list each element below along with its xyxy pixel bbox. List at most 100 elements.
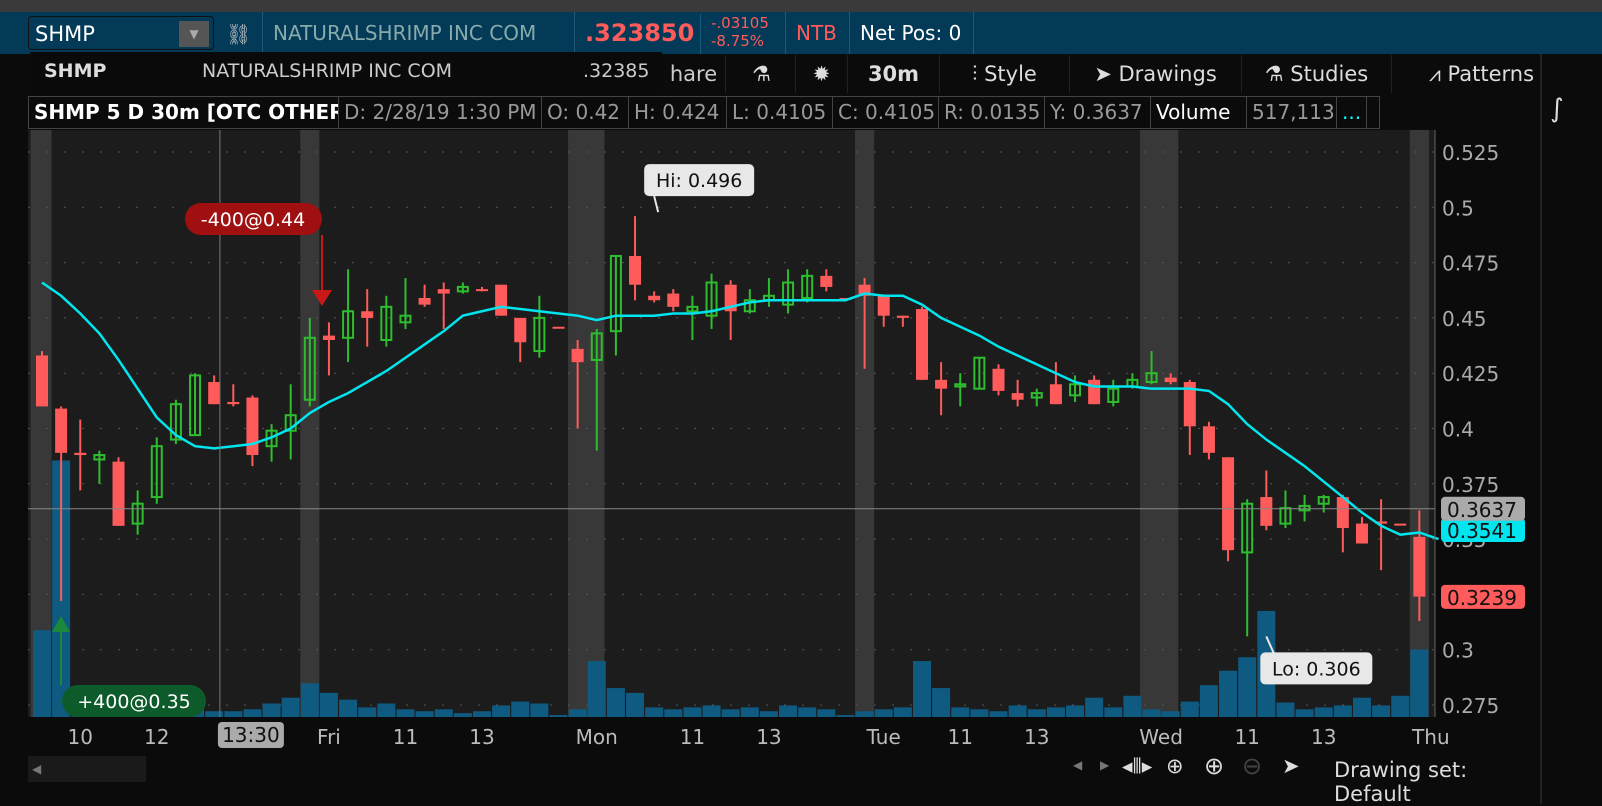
volume-bar [300,683,319,717]
volume-bar [568,709,587,717]
right-panel: ∫ [1540,54,1602,804]
volume-bar [492,705,511,717]
candle [552,326,565,329]
volume-bar [874,709,893,717]
y-tick-label: 0.475 [1442,252,1499,276]
candle [992,364,1005,396]
y-tick-label: 0.375 [1442,473,1499,497]
volume-bar [1352,697,1371,717]
x-tick-label: Tue [866,725,901,749]
volume-bar [33,630,51,717]
volume-bar [1372,705,1391,717]
x-tick-label: Fri [317,725,341,749]
candle-body [992,368,1005,391]
crosshair-price-label: 0.3637 [1447,498,1517,522]
x-tick-label: 13 [1311,725,1336,749]
candle-body [571,348,584,363]
candle-body [246,397,259,456]
volume-bar [932,688,951,717]
crosshair-icon[interactable]: ⊕ [1166,754,1184,778]
volume-bar [836,715,855,717]
volume-bar [1276,702,1295,717]
candle-body [629,255,642,285]
y-tick-label: 0.5 [1442,196,1474,220]
candle-body [1202,426,1215,453]
scroll-left-icon[interactable]: ◀ [1073,758,1082,772]
candle [112,457,125,526]
volume-bar [1123,695,1142,717]
volume-bar [989,711,1008,717]
volume-bar [396,709,415,717]
volume-bar [683,707,702,717]
volume-bar [224,711,243,717]
drawing-set[interactable]: Drawing set: Default [1334,758,1540,806]
volume-bar [759,711,778,717]
volume-bar [606,688,625,717]
volume-bar [702,705,721,717]
y-tick-label: 0.275 [1442,694,1499,718]
cursor-icon[interactable]: ➤ [1282,754,1300,778]
volume-bar [1391,695,1410,717]
volume-bar [626,692,645,717]
volume-bar [779,705,798,717]
candle-body [208,382,221,405]
extended-hours-shade [855,130,875,717]
x-tick-label: 11 [948,725,973,749]
study-curve-icon[interactable]: ∫ [1550,94,1602,124]
candle-body [112,461,125,526]
volume-bar [1066,705,1085,717]
candle-body [36,355,48,407]
volume-bar [721,709,740,717]
zoom-out-icon[interactable]: ⊖ [1242,752,1262,780]
volume-bar [740,707,759,717]
candle-body [877,295,890,316]
candle-body [1164,377,1177,383]
candle-body [1088,379,1101,405]
volume-bar [1238,657,1257,717]
volume-bar [262,703,281,717]
volume-bar [951,707,970,717]
volume-bar [664,709,683,717]
volume-bar [530,703,549,717]
candle-body [1355,523,1368,544]
candle-body [915,309,928,380]
volume-bar [415,711,434,717]
x-tick-label: Thu [1411,725,1450,749]
scrollbar[interactable]: ◀ [28,756,146,782]
candle [1394,523,1407,526]
volume-bar [587,661,606,717]
candle-body [227,401,240,405]
volume-bar [893,707,912,717]
candle-body [820,275,833,287]
candle-body [1011,393,1024,400]
volume-bar [281,697,300,717]
pan-icon[interactable]: ◂⦀▸ [1122,754,1152,779]
x-tick-label: 10 [68,725,93,749]
scroll-right-icon[interactable]: ▶ [1100,758,1109,772]
y-tick-label: 0.45 [1442,307,1487,331]
volume-bar [339,699,358,717]
x-tick-label: 11 [393,725,418,749]
volume-bar [855,711,874,717]
price-chart[interactable]: 0.5250.50.4750.450.4250.40.3750.350.3250… [0,0,1540,804]
volume-bar [1008,705,1027,717]
crosshair-time-label: 13:30 [222,723,280,747]
volume-bar [511,701,530,717]
candle-body [322,335,335,341]
candle-body [437,289,450,294]
candle-body [418,297,431,305]
candle-body [896,315,909,318]
zoom-in-icon[interactable]: ⊕ [1204,752,1224,780]
y-tick-label: 0.525 [1442,141,1499,165]
volume-bar [1161,711,1180,717]
volume-bar [358,707,377,717]
volume-bar [1295,709,1314,717]
volume-bar [817,709,836,717]
x-tick-label: 11 [1234,725,1259,749]
x-tick-label: 13 [469,725,494,749]
sell-trade-label: -400@0.44 [201,209,305,231]
y-tick-label: 0.4 [1442,418,1474,442]
candle-body [1413,536,1426,597]
volume-bar [472,711,491,717]
candle [36,351,48,407]
